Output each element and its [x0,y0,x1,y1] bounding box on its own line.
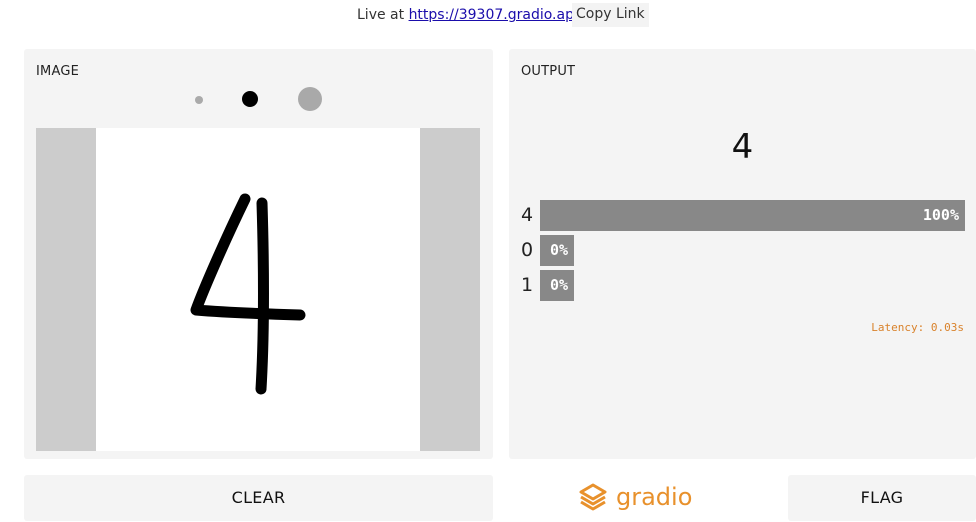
latency-text: Latency: 0.03s [871,321,964,334]
confidence-bar: 100% [540,200,965,231]
confidence-class-label: 1 [521,274,534,296]
confidence-class-label: 0 [521,239,534,261]
sketchpad-canvas[interactable] [96,128,420,451]
clear-button[interactable]: CLEAR [24,475,493,521]
brush-size-small-button[interactable] [195,96,203,104]
copy-link-button[interactable]: Copy Link [572,3,649,27]
brush-size-medium-button[interactable] [242,91,258,107]
live-at-text: Live at https://39307.gradio.app. [357,7,587,23]
live-prefix: Live at [357,7,409,23]
gradio-wordmark: gradio [616,483,693,511]
handwritten-digit-four-icon [190,193,306,395]
output-panel-label: OUTPUT [521,64,576,79]
share-bar: Live at https://39307.gradio.app. Copy L… [0,0,976,30]
input-panel: IMAGE [24,49,493,459]
output-panel: OUTPUT 4 4 100% 0 0% 1 0% Latency: 0.03s [509,49,976,459]
brush-size-large-button[interactable] [298,87,322,111]
gradio-logo-icon [579,483,607,511]
confidence-percent: 100% [922,206,959,224]
confidence-class-label: 4 [521,204,534,226]
confidence-bar: 0% [540,270,574,301]
gradio-brand: gradio [578,480,692,514]
sketchpad-area [36,128,480,451]
confidence-percent: 0% [549,276,568,294]
input-panel-label: IMAGE [36,64,80,79]
confidence-bar: 0% [540,235,574,266]
flag-button[interactable]: FLAG [788,475,976,521]
live-url-link[interactable]: https://39307.gradio.app [409,7,583,23]
confidence-percent: 0% [549,241,568,259]
predicted-label: 4 [731,127,754,167]
